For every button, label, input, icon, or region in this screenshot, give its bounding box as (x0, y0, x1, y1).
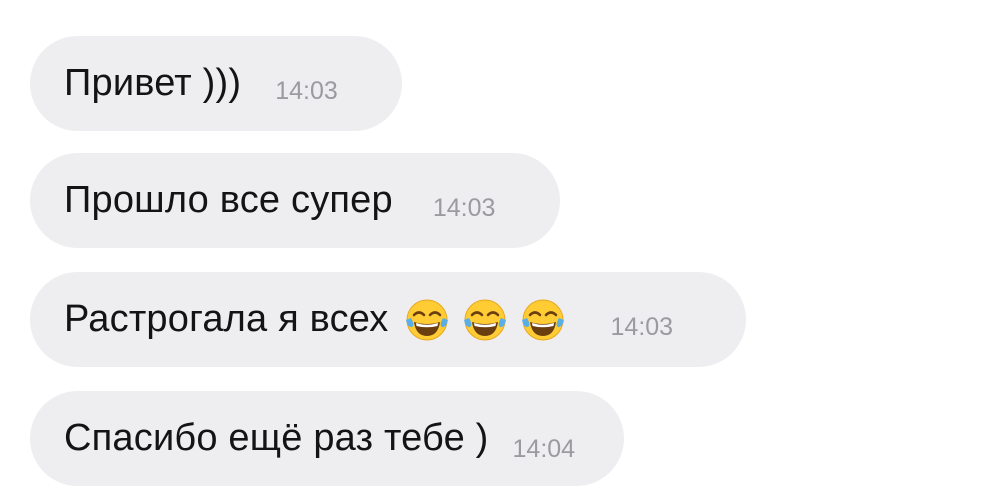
message-bubble[interactable]: Привет ))) 14:03 (30, 36, 402, 131)
message-timestamp: 14:03 (432, 194, 496, 222)
face-with-tears-of-joy-icon (521, 299, 564, 340)
face-with-tears-of-joy-icon (463, 299, 506, 340)
message-bubble[interactable]: Спасибо ещё раз тебе ) 14:04 (30, 391, 624, 486)
message-bubble[interactable]: Прошло все супер 14:03 (30, 153, 560, 248)
face-with-tears-of-joy-icon (405, 299, 448, 340)
message-text: Прошло все супер (64, 179, 393, 221)
message-timestamp: 14:03 (610, 313, 674, 341)
message-timestamp: 14:03 (275, 77, 338, 105)
message-text: Спасибо ещё раз тебе ) (64, 417, 489, 459)
message-timestamp: 14:04 (512, 435, 576, 463)
emoji-group (403, 296, 567, 344)
message-text: Привет ))) (64, 62, 242, 104)
chat-message-list: Привет ))) 14:03 Прошло все супер 14:03 … (0, 0, 1000, 498)
message-text: Растрогала я всех (64, 298, 389, 340)
message-bubble[interactable]: Растрогала я всех 14:03 (30, 272, 746, 367)
